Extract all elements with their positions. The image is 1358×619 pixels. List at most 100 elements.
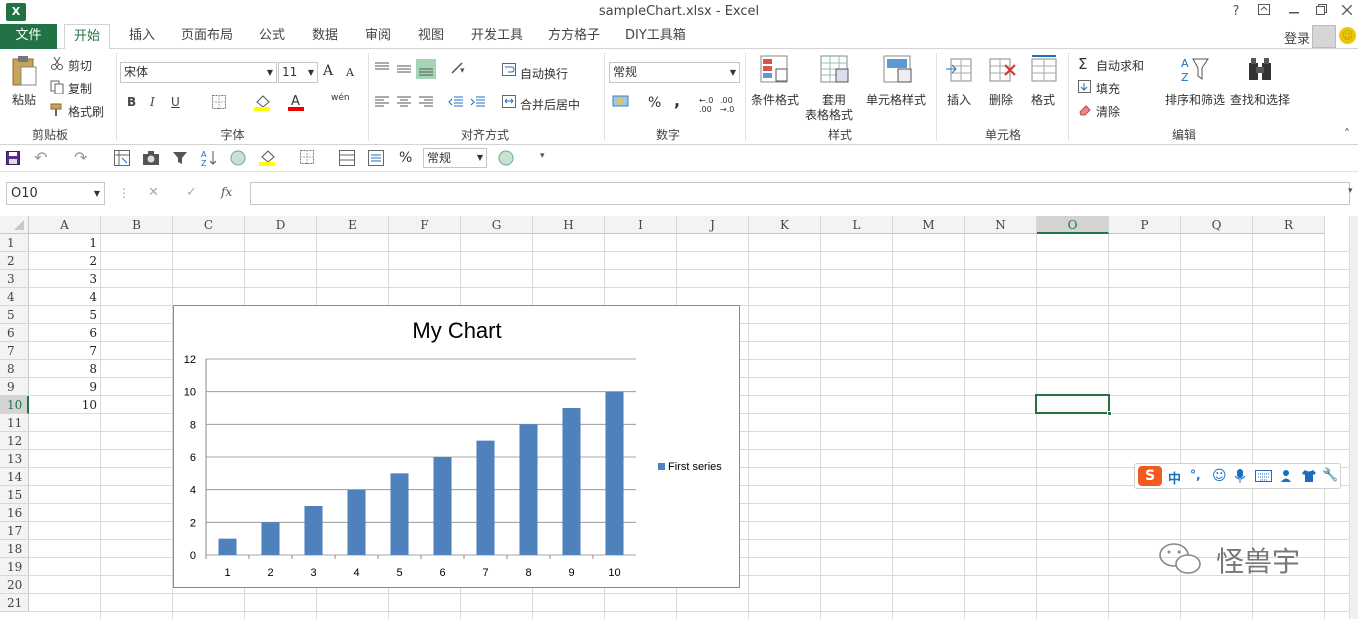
filter-icon[interactable] [172, 150, 188, 169]
clear-icon[interactable] [1078, 103, 1092, 120]
cell-a10[interactable]: 10 [29, 396, 100, 414]
column-header-r[interactable]: R [1253, 216, 1325, 234]
ime-punct-toggle[interactable]: °, [1190, 468, 1201, 482]
bold-button[interactable]: B [127, 95, 136, 109]
row-header-17[interactable]: 17 [0, 522, 29, 540]
close-icon[interactable] [1334, 2, 1358, 22]
feedback-smile-icon[interactable]: ☺ [1339, 27, 1356, 44]
autosum-button[interactable]: 自动求和 [1096, 57, 1144, 74]
restore-icon[interactable] [1308, 2, 1334, 22]
tab-fangfange[interactable]: 方方格子 [539, 24, 609, 49]
format-painter-button[interactable]: 格式刷 [68, 103, 104, 120]
form-icon[interactable] [368, 150, 384, 169]
cell-styles-button[interactable]: 单元格样式 [866, 91, 926, 108]
wrap-text-icon[interactable] [502, 63, 517, 80]
column-header-l[interactable]: L [821, 216, 893, 234]
customize-qat-icon[interactable]: ▾ [540, 151, 545, 161]
row-header-15[interactable]: 15 [0, 486, 29, 504]
row-header-8[interactable]: 8 [0, 360, 29, 378]
insert-cells-icon[interactable] [945, 55, 975, 88]
format-as-table-icon[interactable] [820, 55, 850, 88]
qat-fill-color-icon[interactable] [259, 148, 277, 169]
font-name-select[interactable]: 宋体 ▼ [120, 62, 277, 83]
format-cells-button[interactable]: 格式 [1031, 91, 1055, 108]
embedded-chart[interactable]: My Chart 0 2 4 6 8 10 12 1 2 3 4 5 6 7 8 9 10 First ser… [173, 305, 740, 588]
format-as-table-button-line2[interactable]: 表格格式 [805, 106, 853, 123]
increase-indent-icon[interactable] [470, 95, 486, 112]
row-header-16[interactable]: 16 [0, 504, 29, 522]
select-all-corner[interactable] [0, 216, 29, 234]
column-header-d[interactable]: D [245, 216, 317, 234]
tab-review[interactable]: 审阅 [356, 24, 400, 49]
fill-color-icon[interactable] [254, 93, 272, 114]
cut-icon[interactable] [50, 56, 64, 73]
delete-cells-icon[interactable] [987, 55, 1017, 88]
row-header-5[interactable]: 5 [0, 306, 29, 324]
grow-font-button[interactable]: A [323, 63, 333, 79]
align-center-icon[interactable] [396, 95, 412, 112]
avatar[interactable] [1312, 25, 1336, 48]
row-header-14[interactable]: 14 [0, 468, 29, 486]
row-header-6[interactable]: 6 [0, 324, 29, 342]
minimize-icon[interactable] [1281, 2, 1307, 22]
row-header-3[interactable]: 3 [0, 270, 29, 288]
tab-data[interactable]: 数据 [303, 24, 347, 49]
font-color-icon[interactable]: A [288, 93, 306, 114]
pivot-icon[interactable] [114, 150, 130, 169]
row-header-2[interactable]: 2 [0, 252, 29, 270]
conditional-formatting-icon[interactable] [760, 55, 790, 88]
accounting-format-icon[interactable] [612, 93, 634, 114]
number-format-select[interactable]: 常规 ▼ [609, 62, 740, 83]
cell-a6[interactable]: 6 [29, 324, 100, 342]
cell-a3[interactable]: 3 [29, 270, 100, 288]
borders-icon[interactable] [212, 95, 226, 112]
tab-diy-toolbox[interactable]: DIY工具箱 [616, 24, 695, 49]
column-header-b[interactable]: B [101, 216, 173, 234]
align-bottom-icon[interactable] [416, 59, 436, 79]
row-header-21[interactable]: 21 [0, 594, 29, 612]
qat-number-format-select[interactable]: 常规 ▼ [423, 148, 487, 168]
column-header-m[interactable]: M [893, 216, 965, 234]
row-header-18[interactable]: 18 [0, 540, 29, 558]
align-middle-icon[interactable] [396, 61, 412, 78]
row-header-9[interactable]: 9 [0, 378, 29, 396]
shrink-font-button[interactable]: A [346, 66, 354, 79]
paste-icon[interactable] [10, 55, 38, 87]
row-header-1[interactable]: 1 [0, 234, 29, 252]
redo-icon[interactable]: ↷ [74, 148, 87, 167]
cancel-entry-icon[interactable]: ✕ [148, 185, 159, 200]
underline-button[interactable]: U [171, 95, 180, 109]
column-header-g[interactable]: G [461, 216, 533, 234]
tab-formulas[interactable]: 公式 [250, 24, 294, 49]
sort-filter-icon[interactable]: AZ [1180, 55, 1210, 88]
delete-cells-button[interactable]: 删除 [989, 91, 1013, 108]
confirm-entry-icon[interactable]: ✓ [186, 185, 197, 200]
column-header-j[interactable]: J [677, 216, 749, 234]
cell-a4[interactable]: 4 [29, 288, 100, 306]
emoji-icon[interactable]: ☺ [1212, 468, 1227, 484]
sort-az-icon[interactable]: AZ [201, 149, 219, 170]
qat-shape-icon[interactable] [498, 150, 514, 169]
align-right-icon[interactable] [418, 95, 434, 112]
tab-view[interactable]: 视图 [409, 24, 453, 49]
fill-icon[interactable] [1078, 80, 1092, 97]
qat-percent-button[interactable]: % [399, 150, 412, 166]
italic-button[interactable]: I [150, 95, 155, 109]
qat-borders-icon[interactable] [300, 150, 314, 167]
freeze-panes-icon[interactable] [339, 150, 355, 169]
expand-formula-bar-icon[interactable]: ▾ [1348, 186, 1353, 196]
row-header-20[interactable]: 20 [0, 576, 29, 594]
tab-insert[interactable]: 插入 [120, 24, 164, 49]
clear-button[interactable]: 清除 [1096, 103, 1120, 120]
skin-shirt-icon[interactable] [1301, 469, 1317, 486]
tab-home[interactable]: 开始 [64, 24, 111, 50]
orientation-icon[interactable]: ▾ [450, 61, 472, 78]
conditional-formatting-button[interactable]: 条件格式 [751, 91, 799, 108]
insert-cells-button[interactable]: 插入 [947, 91, 971, 108]
cell-a7[interactable]: 7 [29, 342, 100, 360]
font-size-select[interactable]: 11 ▼ [278, 62, 318, 83]
cell-a5[interactable]: 5 [29, 306, 100, 324]
keyboard-icon[interactable] [1255, 469, 1273, 486]
column-header-e[interactable]: E [317, 216, 389, 234]
merge-center-icon[interactable] [502, 95, 517, 112]
